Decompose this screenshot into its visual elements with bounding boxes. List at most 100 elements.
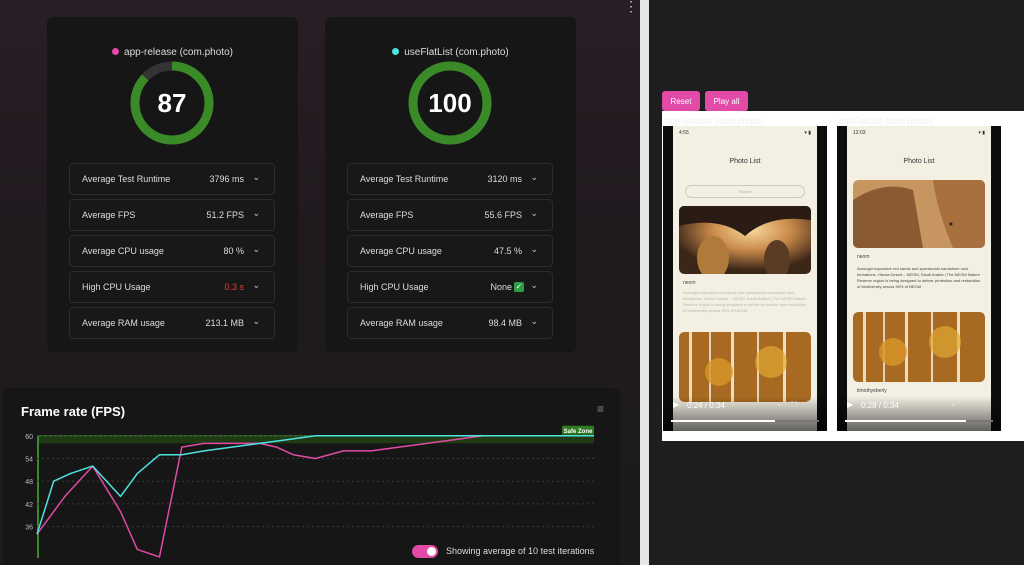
phone-screen: 4:55 ▾ ▮ Photo List Search neom Amongst e…: [673, 126, 817, 431]
metric-label: Average RAM usage: [360, 318, 443, 328]
status-time: 12:03: [853, 130, 866, 136]
chevron-down-icon[interactable]: ⌄: [530, 244, 538, 255]
metric-fps[interactable]: Average FPS 55.6 FPS ⌄: [347, 199, 553, 231]
panel-resize-handle[interactable]: [640, 0, 649, 565]
card-title-text: app-release (com.photo): [124, 47, 233, 58]
metric-label: Average RAM usage: [82, 318, 165, 328]
play-all-button[interactable]: Play all: [705, 91, 748, 111]
video-title-app-release: app-release (com.photo): [665, 116, 764, 126]
more-options-icon[interactable]: ⋮: [624, 0, 638, 14]
report-card-useflatlist: useFlatList (com.photo) 100 Average Test…: [325, 17, 576, 352]
metric-value: 80 %: [223, 246, 244, 256]
metric-value: 51.2 FPS: [206, 210, 244, 220]
safe-zone-band: [37, 435, 594, 444]
fps-chart: 60 54 48 42 36 Safe Zone: [25, 425, 594, 558]
photo-autumn-forest: [853, 312, 985, 382]
video-controls: ▶ 0:24 / 0:34 ◖⛶⋮: [663, 396, 827, 431]
average-toggle[interactable]: [412, 545, 438, 558]
metric-value: 213.1 MB: [205, 318, 244, 328]
caption-text: Amongst expansive red sands and spectacu…: [683, 290, 807, 313]
metric-label: Average FPS: [82, 210, 136, 220]
status-icons: ▾ ▮: [804, 130, 811, 136]
metric-ram[interactable]: Average RAM usage 213.1 MB ⌄: [69, 307, 275, 339]
progress-fill: [845, 420, 967, 422]
video-progress-bar[interactable]: [671, 420, 819, 422]
author-name: timothyeberly: [857, 388, 887, 394]
metric-value: 55.6 FPS: [484, 210, 522, 220]
y-tick-label: 54: [25, 457, 33, 464]
metric-value: 98.4 MB: [488, 318, 522, 328]
search-field: Search: [685, 185, 805, 198]
chevron-down-icon[interactable]: ⌄: [252, 244, 260, 255]
reset-button[interactable]: Reset: [662, 91, 700, 111]
photo-desert-arch: [679, 206, 811, 274]
video-progress-bar[interactable]: [845, 420, 993, 422]
y-tick-label: 60: [25, 434, 33, 441]
card-title: app-release (com.photo): [47, 47, 298, 58]
volume-fullscreen-more-icons[interactable]: ◖⛶⋮: [777, 400, 819, 410]
screen-title: Photo List: [729, 158, 761, 165]
series-line-1: [36, 435, 594, 535]
score-gauge: 87: [129, 60, 215, 146]
video-player-app-release[interactable]: 4:55 ▾ ▮ Photo List Search neom Amongst e…: [663, 126, 827, 431]
chevron-down-icon[interactable]: ⌄: [530, 208, 538, 219]
card-title-text: useFlatList (com.photo): [404, 47, 509, 58]
caption-text: Amongst expansive red sands and spectacu…: [857, 266, 981, 289]
chevron-down-icon[interactable]: ⌄: [530, 280, 538, 291]
play-icon[interactable]: ▶: [847, 400, 853, 409]
metric-label: Average Test Runtime: [360, 174, 449, 184]
resize-grip[interactable]: [640, 0, 649, 565]
caption-title: neom: [857, 254, 870, 260]
phone-screen: 12:03 ▾ ▮ Photo List neom Amongst expansi…: [847, 126, 991, 431]
series-color-dot: [112, 48, 120, 55]
metric-test-runtime[interactable]: Average Test Runtime 3796 ms ⌄: [69, 163, 275, 195]
photo-autumn-forest: [679, 332, 811, 402]
progress-fill: [671, 420, 775, 422]
status-icons: ▾ ▮: [978, 130, 985, 136]
chevron-down-icon[interactable]: ⌄: [252, 208, 260, 219]
card-title: useFlatList (com.photo): [325, 47, 576, 58]
metric-label: Average FPS: [360, 210, 414, 220]
metric-label: Average Test Runtime: [82, 174, 171, 184]
caption-title: neom: [683, 280, 696, 286]
metric-cpu[interactable]: Average CPU usage 47.5 % ⌄: [347, 235, 553, 267]
toggle-knob: [427, 547, 436, 556]
volume-fullscreen-more-icons[interactable]: ◖⛶⋮: [951, 400, 993, 410]
metric-value: 0.3 s: [224, 282, 244, 292]
safe-zone-edge: [37, 435, 39, 558]
metric-high-cpu[interactable]: High CPU Usage None ✓ ⌄: [347, 271, 553, 303]
metric-label: Average CPU usage: [82, 246, 164, 256]
photo-rock-climber: [853, 180, 985, 248]
metric-high-cpu[interactable]: High CPU Usage 0.3 s ⌄: [69, 271, 275, 303]
metric-value: 3120 ms: [487, 174, 522, 184]
metric-test-runtime[interactable]: Average Test Runtime 3120 ms ⌄: [347, 163, 553, 195]
video-player-useflatlist[interactable]: 12:03 ▾ ▮ Photo List neom Amongst expansi…: [837, 126, 1001, 431]
play-icon[interactable]: ▶: [673, 400, 679, 409]
chevron-down-icon[interactable]: ⌄: [252, 172, 260, 183]
y-tick-label: 48: [25, 479, 33, 486]
chevron-down-icon[interactable]: ⌄: [252, 316, 260, 327]
metric-ram[interactable]: Average RAM usage 98.4 MB ⌄: [347, 307, 553, 339]
y-tick-label: 36: [25, 525, 33, 532]
score-gauge: 100: [407, 60, 493, 146]
metric-label: Average CPU usage: [360, 246, 442, 256]
report-panel: ⋮ app-release (com.photo) 87 Average Tes…: [0, 0, 640, 565]
status-time: 4:55: [679, 130, 689, 136]
metric-value: 47.5 %: [493, 246, 522, 256]
video-title-useflatlist: useFlatList (com.photo): [839, 116, 934, 126]
chevron-down-icon[interactable]: ⌄: [530, 172, 538, 183]
toggle-label: Showing average of 10 test iterations: [446, 546, 595, 556]
series-color-dot: [392, 48, 400, 55]
fps-chart-card: Frame rate (FPS) ≡ 60 54 48 42 36 Safe Zone: [3, 388, 620, 565]
metric-fps[interactable]: Average FPS 51.2 FPS ⌄: [69, 199, 275, 231]
chevron-down-icon[interactable]: ⌄: [252, 280, 260, 291]
metric-label: High CPU Usage: [82, 282, 151, 292]
safe-zone-label: Safe Zone: [564, 429, 593, 435]
chevron-down-icon[interactable]: ⌄: [530, 316, 538, 327]
screen-title: Photo List: [903, 158, 935, 165]
y-tick-label: 42: [25, 502, 33, 509]
metric-cpu[interactable]: Average CPU usage 80 % ⌄: [69, 235, 275, 267]
video-time: 0:28 / 0:34: [861, 401, 899, 410]
report-card-app-release: app-release (com.photo) 87 Average Test …: [47, 17, 298, 352]
app-root: ⋮ app-release (com.photo) 87 Average Tes…: [0, 0, 1024, 565]
